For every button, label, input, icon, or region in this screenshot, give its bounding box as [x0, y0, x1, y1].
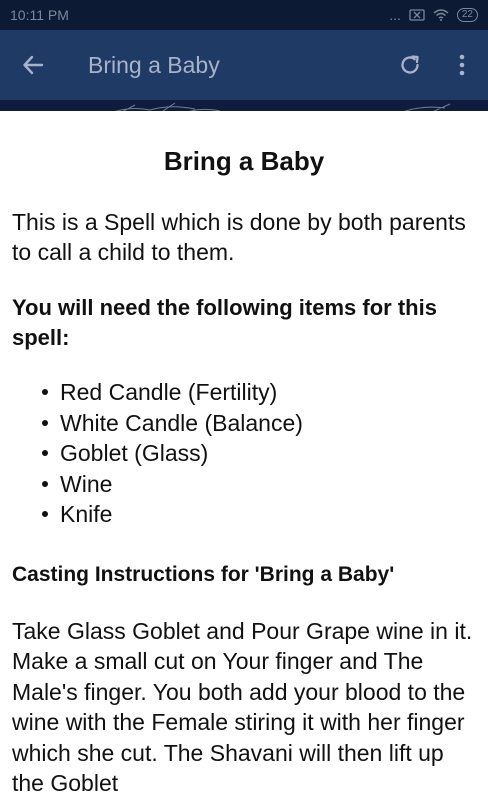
status-time: 10:11 PM: [10, 7, 69, 23]
header-image: [0, 100, 488, 111]
more-options-button[interactable]: [436, 30, 488, 100]
toolbar-actions: [384, 30, 488, 100]
article-content: Bring a Baby This is a Spell which is do…: [0, 111, 488, 800]
toolbar-title: Bring a Baby: [88, 51, 220, 78]
status-icons: ... 22: [389, 7, 478, 23]
list-item: Knife: [42, 499, 476, 530]
article-title: Bring a Baby: [163, 146, 325, 176]
refresh-icon: [401, 55, 419, 74]
items-list: Red Candle (Fertility) White Candle (Bal…: [42, 377, 476, 530]
back-button[interactable]: [0, 30, 66, 100]
list-item: Goblet (Glass): [42, 438, 476, 469]
bullet-icon: [42, 419, 48, 426]
back-arrow-icon: [23, 55, 44, 75]
items-heading: You will need the following items for th…: [12, 295, 437, 350]
battery-icon: 22: [456, 8, 478, 22]
bullet-icon: [42, 511, 48, 518]
bullet-icon: [42, 450, 48, 457]
list-item: White Candle (Balance): [42, 408, 476, 439]
list-item-text: Goblet (Glass): [60, 440, 209, 466]
casting-heading: Casting Instructions for 'Bring a Baby': [12, 562, 395, 586]
status-bar: 10:11 PM ... 22: [0, 0, 488, 30]
intro-paragraph: This is a Spell which is done by both pa…: [12, 209, 466, 265]
list-item-text: Red Candle (Fertility): [60, 379, 278, 405]
casting-instructions: Take Glass Goblet and Pour Grape wine in…: [12, 617, 473, 797]
list-item-text: Knife: [60, 501, 113, 527]
list-item-text: White Candle (Balance): [60, 409, 303, 436]
overflow-menu-icon: [459, 54, 465, 76]
app-toolbar: Bring a Baby: [0, 30, 488, 100]
list-item: Red Candle (Fertility): [42, 377, 476, 408]
sim-icon: [409, 9, 425, 21]
bullet-icon: [42, 480, 48, 487]
list-item: Wine: [42, 469, 476, 500]
more-dots-icon: ...: [389, 7, 401, 23]
wifi-icon: [433, 9, 449, 21]
bullet-icon: [42, 389, 48, 396]
refresh-button[interactable]: [384, 30, 436, 100]
list-item-text: Wine: [60, 470, 113, 497]
